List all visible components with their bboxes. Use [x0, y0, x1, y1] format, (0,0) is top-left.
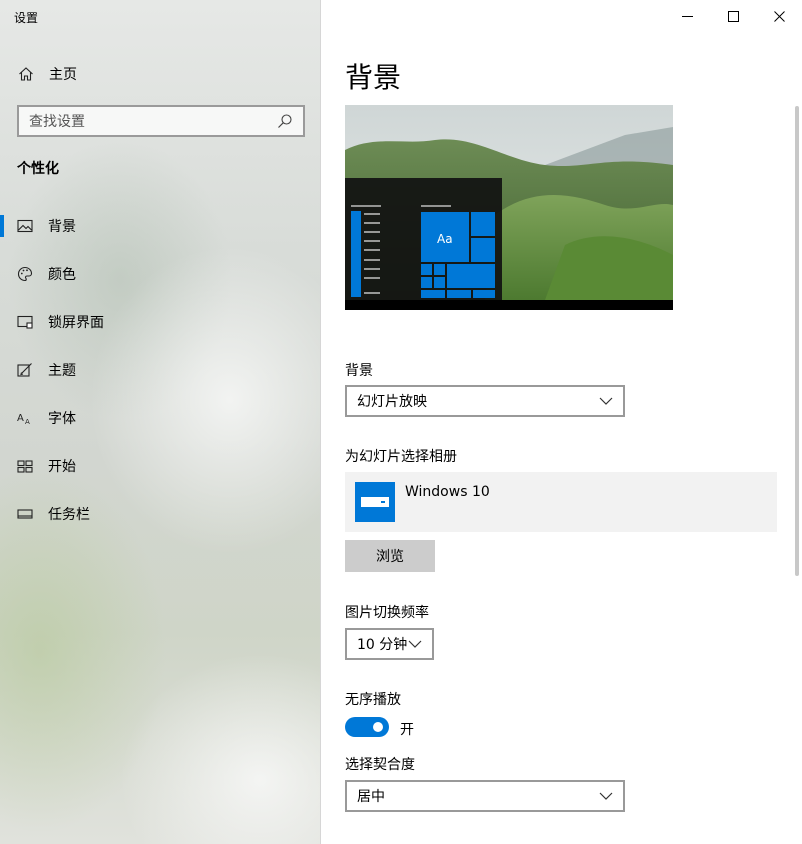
toggle-knob	[373, 722, 383, 732]
album-name: Windows 10	[405, 484, 490, 500]
sidebar-item-label: 字体	[48, 411, 76, 427]
maximize-button[interactable]	[710, 0, 756, 32]
svg-text:A: A	[17, 413, 24, 424]
sidebar-item-label: 开始	[48, 459, 76, 475]
search-icon[interactable]	[277, 113, 293, 129]
fit-dropdown[interactable]: 居中	[345, 780, 625, 812]
interval-value: 10 分钟	[357, 637, 408, 653]
sidebar-item-lock-screen[interactable]: 锁屏界面	[0, 298, 321, 346]
sidebar-item-label: 背景	[48, 219, 76, 235]
svg-text:A: A	[25, 418, 30, 426]
sidebar-item-label: 锁屏界面	[48, 315, 104, 331]
sidebar-item-fonts[interactable]: AA 字体	[0, 394, 321, 442]
close-button[interactable]	[756, 0, 802, 32]
background-label: 背景	[345, 363, 373, 379]
palette-icon	[17, 266, 33, 282]
theme-icon	[17, 362, 33, 378]
chevron-down-icon	[599, 397, 613, 405]
scrollbar[interactable]	[795, 106, 799, 576]
minimize-button[interactable]	[664, 0, 710, 32]
page-title: 背景	[345, 61, 402, 94]
chevron-down-icon	[599, 792, 613, 800]
taskbar-icon	[17, 506, 33, 522]
search-input[interactable]: 查找设置	[17, 105, 305, 137]
browse-button[interactable]: 浏览	[345, 540, 435, 572]
preview-tile-text: Aa	[437, 232, 453, 246]
interval-dropdown[interactable]: 10 分钟	[345, 628, 434, 660]
maximize-icon	[727, 10, 739, 22]
sidebar-item-taskbar[interactable]: 任务栏	[0, 490, 321, 538]
search-placeholder: 查找设置	[29, 114, 85, 130]
sidebar-item-background[interactable]: 背景	[0, 202, 321, 250]
background-dropdown[interactable]: 幻灯片放映	[345, 385, 625, 417]
home-icon	[18, 66, 34, 82]
nav-list: 背景 颜色 锁屏界面 主题 AA 字体 开始 任务栏	[0, 202, 321, 538]
home-link[interactable]: 主页	[18, 64, 77, 84]
minimize-icon	[681, 15, 693, 17]
sidebar-item-themes[interactable]: 主题	[0, 346, 321, 394]
sidebar: 设置 主页 查找设置 个性化 背景 颜色 锁屏界面 主题 A A 字体 开始 任…	[0, 0, 321, 844]
album-thumbnail	[355, 482, 395, 522]
sidebar-item-label: 颜色	[48, 267, 76, 283]
home-label: 主页	[49, 67, 77, 83]
close-icon	[773, 10, 785, 22]
sidebar-item-start[interactable]: 开始	[0, 442, 321, 490]
sidebar-item-colors[interactable]: 颜色	[0, 250, 321, 298]
fit-label: 选择契合度	[345, 757, 415, 773]
sidebar-item-label: 任务栏	[48, 507, 90, 523]
picture-icon	[17, 218, 33, 234]
background-value: 幻灯片放映	[357, 394, 427, 410]
background-preview: Aa	[345, 105, 673, 310]
sidebar-item-label: 主题	[48, 363, 76, 379]
section-title: 个性化	[17, 161, 59, 177]
shuffle-state: 开	[400, 722, 414, 738]
start-icon	[17, 458, 33, 474]
chevron-down-icon	[408, 640, 422, 648]
lock-screen-icon	[17, 314, 33, 330]
album-label: 为幻灯片选择相册	[345, 449, 457, 465]
shuffle-toggle[interactable]	[345, 717, 389, 737]
album-item[interactable]: Windows 10	[345, 472, 777, 532]
landscape-image: Aa	[345, 105, 673, 310]
fit-value: 居中	[357, 789, 385, 805]
font-icon: AA	[17, 410, 33, 426]
interval-label: 图片切换频率	[345, 605, 429, 621]
shuffle-label: 无序播放	[345, 692, 401, 708]
folder-icon	[361, 497, 389, 507]
app-title: 设置	[14, 11, 39, 25]
